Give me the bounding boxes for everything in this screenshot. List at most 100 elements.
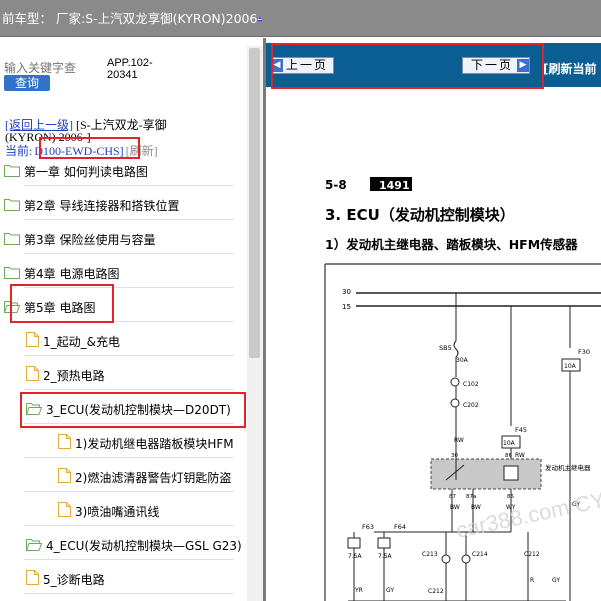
connector-pin <box>450 398 460 408</box>
fuse-f64 <box>377 537 391 549</box>
connector-label: C212 <box>524 551 540 558</box>
connector-label: C213 <box>422 551 438 558</box>
title-link[interactable]: . <box>258 8 262 22</box>
wire-color: RW <box>515 452 525 459</box>
tree-item-label: 3_ECU(发动机控制模块—D20DT) <box>46 403 231 417</box>
tree-item-label: 5_诊断电路 <box>43 573 105 587</box>
tree-item-fuel-filter-warning[interactable]: 2)燃油滤清器警告灯钥匙防盗 <box>58 465 231 491</box>
tree-item-label: 2_预热电路 <box>43 369 105 383</box>
viewer-toolbar: ◀ 上一页 下一页 ▶ [刷新当前 <box>266 43 601 87</box>
connector-label: C202 <box>463 402 479 409</box>
connector-pin <box>441 554 451 564</box>
rail-label-30: 30 <box>342 288 351 296</box>
document-icon <box>58 432 71 458</box>
title-bar: 前车型： 厂家:S-上汽双龙享御(KYRON)2006- . <box>0 0 601 37</box>
tree-item-label: 2)燃油滤清器警告灯钥匙防盗 <box>75 471 232 485</box>
refresh-link[interactable]: [刷新] <box>126 144 158 158</box>
tree-item-label: 第5章 电路图 <box>24 301 96 315</box>
next-page-label: 下一页 <box>471 58 514 72</box>
tree-item-ecu-gsl[interactable]: 4_ECU(发动机控制模块—GSL G23) <box>25 533 242 559</box>
document-icon <box>26 364 39 390</box>
document-icon <box>58 500 71 526</box>
wire-color: YR <box>354 587 363 594</box>
wire-color: GY <box>386 587 394 594</box>
connector-label: C102 <box>463 381 479 388</box>
tree-item-chapter-3[interactable]: 第3章 保险丝使用与容量 <box>4 227 155 253</box>
fuse-rating: 7.5A <box>378 553 393 560</box>
page-number: 5-8 <box>325 178 347 192</box>
viewer-pane: ◀ 上一页 下一页 ▶ [刷新当前 5-8 1491 3. ECU（发动机控制模… <box>266 38 601 601</box>
tree-item-main-relay-hfm[interactable]: 1)发动机继电器踏板模块HFM <box>58 431 234 457</box>
fuse-rating: 7.5A <box>348 553 363 560</box>
scrollbar-thumb[interactable] <box>249 48 260 358</box>
connector-label: C214 <box>472 551 488 558</box>
app-id-line2: 20341 <box>107 69 138 81</box>
main-relay <box>430 458 542 490</box>
tree-item-chapter-2[interactable]: 第2章 导线连接器和搭铁位置 <box>4 193 179 219</box>
divider <box>24 559 234 560</box>
tree-item-label: 4_ECU(发动机控制模块—GSL G23) <box>46 539 242 553</box>
next-page-button[interactable]: 下一页 ▶ <box>462 57 530 74</box>
tree-item-starting-charging[interactable]: 1_起动_&充电 <box>26 329 120 355</box>
divider <box>24 321 234 322</box>
divider <box>24 593 234 594</box>
divider <box>24 185 234 186</box>
divider <box>24 287 234 288</box>
tree-item-chapter-5[interactable]: 第5章 电路图 <box>3 295 96 322</box>
folder-icon <box>4 228 20 254</box>
wiring-diagram: 5-8 1491 3. ECU（发动机控制模块） 1）发动机主继电器、踏板模块、… <box>324 177 601 601</box>
divider <box>24 389 234 390</box>
folder-open-icon <box>3 296 21 322</box>
document-icon <box>26 568 39 594</box>
rail-label-15: 15 <box>342 303 351 311</box>
section-title: 3. ECU（发动机控制模块） <box>325 206 515 224</box>
relay-pin: 87a <box>466 494 476 500</box>
current-label: 当前: <box>5 144 33 158</box>
app-id: APP.102- 20341 <box>107 57 153 81</box>
divider <box>24 253 234 254</box>
tree-item-chapter-4[interactable]: 第4章 电源电路图 <box>4 261 119 287</box>
current-location: 当前: D100-EWD-CHS] [刷新] <box>5 142 158 159</box>
tree-item-label: 第2章 导线连接器和搭铁位置 <box>24 199 180 213</box>
fuse-label: F30 <box>578 348 590 356</box>
folder-open-icon <box>25 398 43 424</box>
current-code: D100-EWD-CHS] <box>34 144 124 158</box>
tree-item-label: 1_起动_&充电 <box>43 335 120 349</box>
tree-item-chapter-1[interactable]: 第一章 如何判读电路图 <box>4 159 148 185</box>
connector-pin <box>461 554 471 564</box>
divider <box>24 355 234 356</box>
wire-color: GY <box>552 577 560 584</box>
search-input[interactable] <box>4 60 76 76</box>
tree-item-label: 3)喷油嘴通讯线 <box>75 505 160 519</box>
divider <box>24 423 234 424</box>
tree-item-diagnostic[interactable]: 5_诊断电路 <box>26 567 105 593</box>
fuse-label: SB5 <box>439 344 452 352</box>
relay-pin: 30 <box>451 453 458 459</box>
left-pane: 查询 APP.102- 20341 [返回上一级] [S-上汽双龙-享御 (KY… <box>0 38 263 601</box>
relay-pin: 86 <box>505 453 512 459</box>
wire-color: BW <box>450 504 460 511</box>
relay-coil <box>503 465 519 481</box>
tree-item-ecu-d20dt[interactable]: 3_ECU(发动机控制模块—D20DT) <box>25 397 231 424</box>
divider <box>24 457 234 458</box>
divider <box>24 525 234 526</box>
arrow-left-icon: ◀ <box>271 59 283 72</box>
wiring-diagram-page: 5-8 1491 3. ECU（发动机控制模块） 1）发动机主继电器、踏板模块、… <box>266 158 601 601</box>
folder-icon <box>4 262 20 288</box>
relay-label: 发动机主继电器 <box>545 463 591 472</box>
document-icon <box>26 330 39 356</box>
tree-item-preheat[interactable]: 2_预热电路 <box>26 363 105 389</box>
tree-item-label: 第4章 电源电路图 <box>24 267 120 281</box>
search-button[interactable]: 查询 <box>4 75 50 91</box>
refresh-page-link[interactable]: [刷新当前 <box>543 60 597 77</box>
relay-pin: 87 <box>449 494 456 500</box>
fuse-label: F64 <box>394 523 406 531</box>
fuse-rating: 10A <box>564 363 577 370</box>
wire-color: BW <box>471 504 481 511</box>
divider <box>24 491 234 492</box>
prev-page-button[interactable]: ◀ 上一页 <box>271 57 334 74</box>
subsection-title: 1）发动机主继电器、踏板模块、HFM传感器 <box>325 237 578 252</box>
tree-item-injector-comm[interactable]: 3)喷油嘴通讯线 <box>58 499 159 525</box>
app-id-line1: APP.102- <box>107 57 153 69</box>
document-icon <box>58 466 71 492</box>
